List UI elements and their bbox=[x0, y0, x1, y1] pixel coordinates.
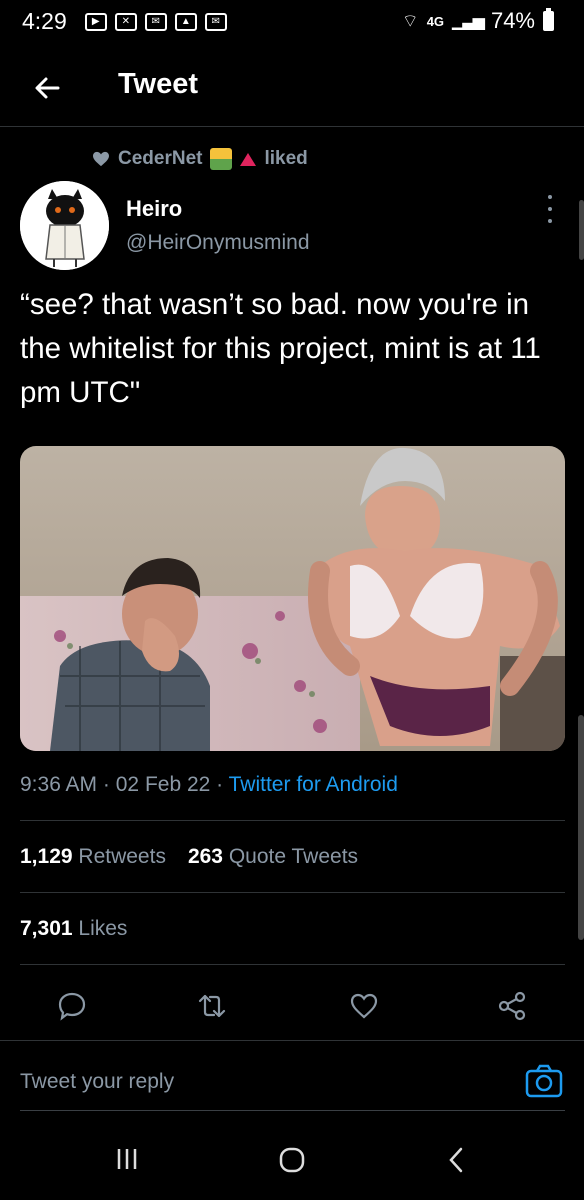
retweets-count: 1,129 bbox=[20, 845, 73, 868]
image-notification-icon: ▲ bbox=[174, 12, 197, 31]
email-notification-icon: ✉ bbox=[204, 12, 227, 31]
page-title: Tweet bbox=[118, 68, 199, 100]
top-bar bbox=[0, 50, 584, 127]
likes-stat[interactable]: 7,301 Likes bbox=[20, 917, 127, 941]
social-context[interactable]: CederNet liked bbox=[92, 148, 308, 170]
scrollbar-thumb[interactable] bbox=[578, 715, 584, 940]
battery-icon bbox=[543, 8, 554, 31]
tweet-text: “see? that wasn’t so bad. now you're in … bbox=[20, 288, 541, 409]
mail-notification-icon: ✉ bbox=[144, 12, 167, 31]
tweet-meta: 9:36 AM · 02 Feb 22 · Twitter for Androi… bbox=[20, 773, 398, 797]
sunrise-emoji-icon bbox=[210, 148, 233, 170]
retweet-icon[interactable] bbox=[196, 990, 228, 1022]
wifi-icon: ⌔ bbox=[401, 10, 419, 31]
author-name[interactable]: Heiro bbox=[126, 196, 182, 222]
divider bbox=[20, 820, 565, 821]
youtube-notification-icon: ▶ bbox=[84, 12, 107, 31]
quote-tweets-count: 263 bbox=[187, 845, 223, 868]
status-bar: 4:29 ▶ ✕ ✉ ▲ ✉ ⌔ 4G ▁▃▅ 74% bbox=[0, 0, 584, 44]
retweets-label: Retweets bbox=[78, 845, 166, 868]
comment-icon[interactable] bbox=[56, 990, 88, 1022]
reply-input[interactable]: Tweet your reply bbox=[20, 1070, 174, 1094]
home-icon[interactable] bbox=[278, 1146, 306, 1174]
liked-by-user[interactable]: CederNet bbox=[118, 148, 202, 170]
red-triangle-icon bbox=[240, 152, 257, 166]
retweets-stat[interactable]: 1,129 Retweets bbox=[20, 845, 166, 869]
recent-apps-icon[interactable] bbox=[115, 1146, 139, 1172]
tweet-date: 02 Feb 22 bbox=[115, 773, 211, 796]
battery-percent: 74% bbox=[490, 8, 535, 33]
back-nav-icon[interactable] bbox=[446, 1146, 466, 1174]
tweet-source-link[interactable]: Twitter for Android bbox=[229, 773, 398, 796]
camera-icon[interactable] bbox=[525, 1064, 563, 1098]
quote-tweets-label: Quote Tweets bbox=[228, 845, 359, 868]
tweet-media-image[interactable] bbox=[20, 446, 565, 751]
likes-label: Likes bbox=[78, 917, 128, 940]
cat-avatar-icon bbox=[20, 181, 109, 270]
share-icon[interactable] bbox=[496, 990, 528, 1022]
meta-separator: · bbox=[102, 773, 110, 796]
arrow-left-icon[interactable] bbox=[28, 68, 68, 108]
notification-icon: ✕ bbox=[114, 12, 137, 31]
likes-count: 7,301 bbox=[20, 917, 73, 940]
author-handle[interactable]: @HeirOnymusmind bbox=[126, 231, 310, 255]
divider bbox=[0, 1040, 584, 1041]
system-nav-bar bbox=[0, 1130, 584, 1200]
liked-label: liked bbox=[264, 148, 308, 169]
scrollbar-thumb-top[interactable] bbox=[579, 200, 584, 260]
heart-icon bbox=[93, 151, 109, 167]
stats-row-likes: 7,301 Likes bbox=[20, 917, 127, 941]
tweet-time: 9:36 AM bbox=[20, 773, 98, 796]
reply-underline bbox=[20, 1110, 565, 1111]
meta-separator: · bbox=[216, 773, 224, 796]
avatar[interactable] bbox=[20, 181, 109, 270]
network-type: 4G bbox=[426, 13, 445, 29]
stats-row-retweets: 1,129 Retweets 263 Quote Tweets bbox=[20, 845, 358, 869]
signal-icon: ▁▃▅ bbox=[452, 13, 485, 30]
more-vertical-icon[interactable] bbox=[540, 195, 560, 223]
tweet-actions bbox=[0, 970, 584, 1038]
divider bbox=[20, 964, 565, 965]
status-time: 4:29 bbox=[22, 8, 67, 34]
divider bbox=[20, 892, 565, 893]
heart-icon[interactable] bbox=[348, 990, 380, 1022]
quote-tweets-stat[interactable]: 263 Quote Tweets bbox=[188, 845, 358, 869]
